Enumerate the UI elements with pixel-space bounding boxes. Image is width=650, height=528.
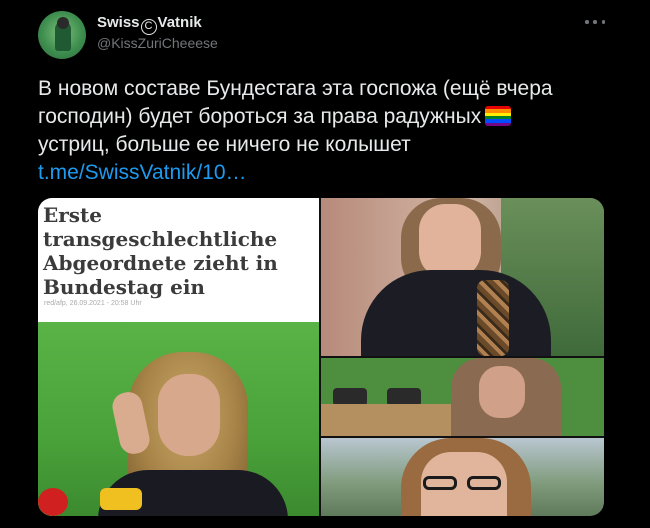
- photo-face: [158, 374, 220, 456]
- portrait-face: [419, 204, 481, 278]
- tweet-text-line-with-flag: господин) будет бороться за права радужн…: [38, 103, 618, 131]
- display-name-part1: Swiss: [97, 14, 140, 31]
- media-image-portrait[interactable]: [321, 198, 604, 356]
- article-meta: red/afp, 26.09.2021 - 20:58 Uhr: [44, 300, 142, 307]
- microphone-yellow: [100, 488, 142, 510]
- microphone-red: [38, 488, 68, 516]
- media-image-article[interactable]: Erste transgeschlechtliche Abgeordnete z…: [38, 198, 319, 516]
- tweet: Swiss C Vatnik @KissZuriCheeese В новом со…: [0, 0, 650, 528]
- press-face: [479, 366, 525, 418]
- avatar-head: [57, 17, 69, 29]
- portrait-scarf: [477, 280, 509, 356]
- press-person: [451, 358, 561, 436]
- media-image-closeup[interactable]: [321, 438, 604, 516]
- tweet-text-line: господин) будет бороться за права радужн…: [38, 105, 482, 128]
- copyright-symbol: C: [140, 19, 157, 35]
- author-display-name[interactable]: Swiss C Vatnik: [97, 14, 202, 35]
- author-name-row[interactable]: Swiss C Vatnik: [97, 14, 202, 35]
- article-photo: [38, 322, 319, 516]
- display-name-part2: Vatnik: [157, 14, 202, 31]
- headline-line: Erste: [43, 203, 103, 227]
- tweet-link[interactable]: t.me/SwissVatnik/10…: [38, 159, 618, 187]
- press-desk: [321, 404, 461, 436]
- author-avatar[interactable]: [38, 11, 86, 59]
- article-headline: Erste transgeschlechtliche Abgeordnete z…: [43, 203, 313, 299]
- portrait-body: [361, 270, 551, 356]
- tweet-text: В новом составе Бундестага эта госпожа (…: [38, 75, 618, 187]
- tweet-text-line: устриц, больше ее ничего не колышет: [38, 133, 411, 156]
- tweet-text-line: В новом составе Бундестага эта госпожа (…: [38, 77, 553, 100]
- author-handle[interactable]: @KissZuriCheeese: [97, 35, 218, 51]
- glasses-icon: [423, 476, 503, 490]
- rainbow-flag-icon: [485, 106, 512, 126]
- media-image-press[interactable]: [321, 358, 604, 436]
- headline-line: Abgeordnete zieht in: [43, 251, 278, 275]
- headline-line: transgeschlechtliche: [43, 227, 278, 251]
- media-grid[interactable]: Erste transgeschlechtliche Abgeordnete z…: [38, 198, 604, 516]
- more-options-icon[interactable]: [585, 13, 605, 31]
- headline-line: Bundestag ein: [43, 275, 205, 299]
